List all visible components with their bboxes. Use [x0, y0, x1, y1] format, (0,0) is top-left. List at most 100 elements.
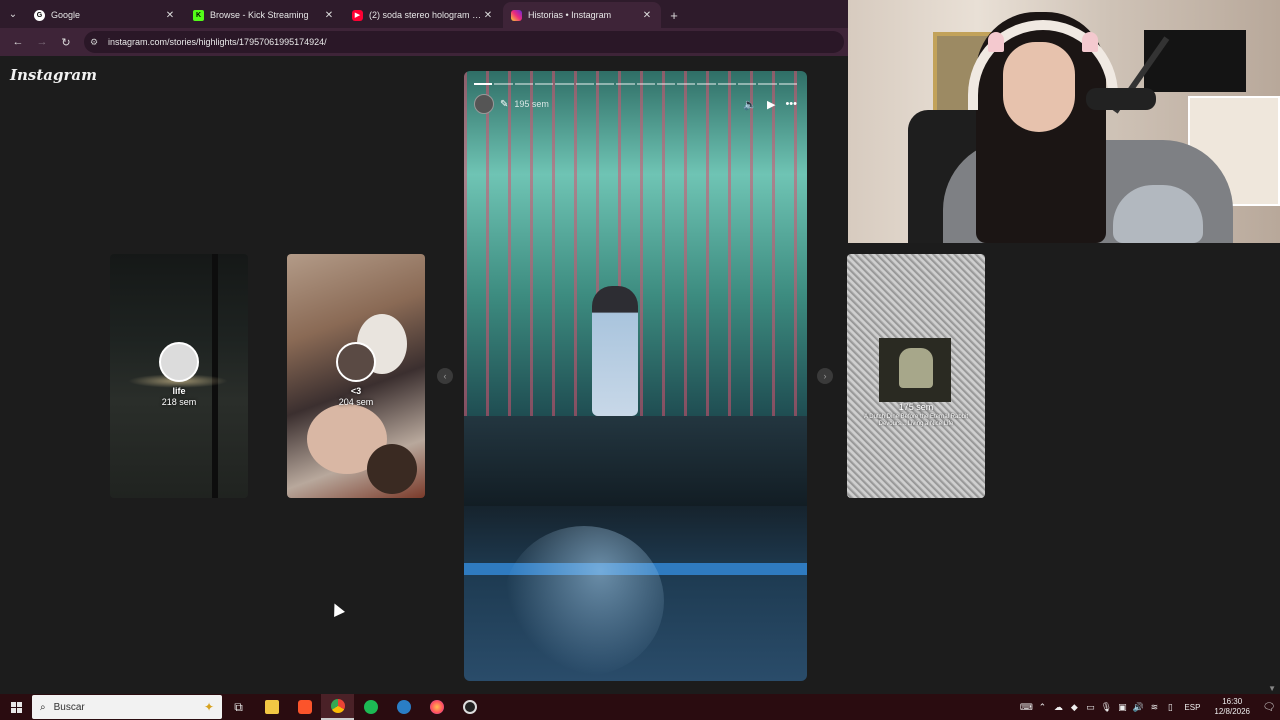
app-blue-icon[interactable] [387, 694, 420, 720]
highlight-age: 204 sem [338, 397, 374, 407]
cover-figure [899, 348, 933, 388]
cat-ear [1082, 32, 1098, 52]
highlight-card-life[interactable]: life 218 sem [110, 254, 248, 498]
obs-icon[interactable] [453, 694, 486, 720]
site-info-icon[interactable]: ⚙ [90, 37, 104, 48]
close-tab-icon[interactable]: ✕ [482, 10, 494, 21]
tab-instagram[interactable]: Historias • Instagram ✕ [503, 2, 661, 28]
system-tray: ⌨ ⌃ ☁ ◆ ▭ 🎙 ▣ 🔊 ≋ ▯ ESP 16:30 12/8/2026 … [1018, 694, 1280, 720]
browser-toolbar: ← → ↻ ⚙ instagram.com/stories/highlights… [0, 28, 848, 56]
story-media-stage [464, 416, 807, 506]
story-avatar[interactable] [474, 94, 494, 114]
tray-app-icon[interactable]: ▣ [1114, 702, 1130, 713]
volume-tray-icon[interactable]: 🔊 [1130, 702, 1146, 713]
highlight-sticker-icon: ✎ [500, 98, 509, 110]
next-story-icon[interactable]: › [817, 368, 833, 384]
close-tab-icon[interactable]: ✕ [641, 10, 653, 21]
back-icon[interactable]: ← [6, 30, 30, 54]
windows-taskbar: ⌕ Buscar ✦ ⧉ ⌨ ⌃ ☁ ◆ ▭ 🎙 ▣ 🔊 ≋ ▯ ESP 16:… [0, 694, 1280, 720]
new-tab-icon[interactable]: + [662, 2, 686, 28]
youtube-icon: ▶ [352, 9, 363, 21]
story-media-performer [592, 286, 638, 416]
previous-story-icon[interactable]: ‹ [437, 368, 453, 384]
story-progress-segment [575, 83, 594, 85]
tab-title: (2) soda stereo hologram cerati [369, 10, 482, 20]
story-progress-segment [474, 83, 493, 85]
story-progress-segment [494, 83, 513, 85]
story-progress-segment [778, 83, 797, 85]
highlight-avatar [336, 342, 376, 382]
highlight-age: 218 sem [161, 397, 197, 407]
photo-blob [367, 444, 417, 494]
notifications-icon[interactable]: 🗨 [1258, 702, 1280, 713]
highlight-label: 175 sem [847, 402, 985, 413]
chrome-icon[interactable] [321, 694, 354, 720]
close-tab-icon[interactable]: ✕ [164, 10, 176, 21]
more-options-icon[interactable]: ••• [785, 98, 797, 111]
address-bar[interactable]: ⚙ instagram.com/stories/highlights/17957… [84, 31, 844, 53]
clock-time: 16:30 [1222, 697, 1243, 706]
language-indicator[interactable]: ESP [1184, 703, 1200, 712]
clock[interactable]: 16:30 12/8/2026 [1214, 697, 1250, 717]
copilot-sparkle-icon: ✦ [203, 700, 214, 714]
webcam-overlay [848, 0, 1280, 243]
story-time: 195 sem [514, 99, 549, 109]
story-controls: 🔈 ▶ ••• [743, 98, 797, 111]
instagram-icon [511, 9, 522, 21]
instagram-logo[interactable]: Instagram [10, 66, 97, 84]
battery-icon[interactable]: ▯ [1162, 702, 1178, 713]
keyboard-icon[interactable]: ⌨ [1018, 702, 1034, 713]
highlight-card-heart[interactable]: <3 204 sem [287, 254, 425, 498]
main-story-viewer[interactable]: ✎ 195 sem 🔈 ▶ ••• [464, 71, 807, 681]
highlight-age: 175 sem [898, 402, 934, 412]
story-progress-segment [656, 83, 676, 85]
story-progress-segment [514, 83, 533, 85]
highlight-caption: A Dutch Dine Before the Eternal Rabbit D… [863, 414, 969, 427]
spotify-icon[interactable] [354, 694, 387, 720]
background-monitor [1144, 30, 1246, 92]
close-tab-icon[interactable]: ✕ [323, 10, 335, 21]
tab-title: Google [51, 10, 81, 20]
play-icon[interactable]: ▶ [767, 98, 775, 111]
story-progress-segment [677, 83, 696, 85]
tab-kick[interactable]: K Browse - Kick Streaming ✕ [185, 2, 343, 28]
start-button[interactable] [0, 694, 32, 720]
file-explorer-icon[interactable] [255, 694, 288, 720]
story-progress-segment [555, 83, 574, 85]
tab-search-dropdown-icon[interactable]: ⌄ [0, 0, 26, 28]
microphone-icon[interactable]: 🎙 [1098, 702, 1114, 713]
story-progress-bar [474, 83, 797, 85]
tab-youtube[interactable]: ▶ (2) soda stereo hologram cerati ✕ [344, 2, 502, 28]
mute-icon[interactable]: 🔈 [743, 98, 757, 111]
story-progress-segment [738, 83, 757, 85]
chevron-up-icon[interactable]: ⌃ [1034, 702, 1050, 713]
url-text: instagram.com/stories/highlights/1795706… [108, 37, 327, 47]
app-tray-icon[interactable]: ◆ [1066, 702, 1082, 713]
scroll-down-icon[interactable]: ▼ [1268, 684, 1276, 693]
tab-title: Browse - Kick Streaming [210, 10, 309, 20]
story-progress-segment [595, 83, 615, 85]
highlight-avatar [159, 342, 199, 382]
wifi-icon[interactable]: ≋ [1146, 702, 1162, 713]
firefox-icon[interactable] [420, 694, 453, 720]
search-placeholder: Buscar [53, 701, 85, 713]
reload-icon[interactable]: ↻ [54, 30, 78, 54]
brave-browser-icon[interactable] [288, 694, 321, 720]
display-icon[interactable]: ▭ [1082, 702, 1098, 713]
story-progress-segment [616, 83, 635, 85]
onedrive-icon[interactable]: ☁ [1050, 702, 1066, 713]
story-progress-segment [534, 83, 554, 85]
browser-tabbar: ⌄ G Google ✕ K Browse - Kick Streaming ✕… [0, 0, 848, 28]
highlight-label: <3 204 sem [287, 386, 425, 408]
taskbar-search-input[interactable]: ⌕ Buscar ✦ [32, 695, 222, 719]
task-view-icon[interactable]: ⧉ [222, 694, 255, 720]
highlight-card-right[interactable]: 175 sem A Dutch Dine Before the Eternal … [847, 254, 985, 498]
story-media-heads [504, 526, 664, 676]
story-progress-segment [717, 83, 737, 85]
cat-ear [988, 32, 1004, 52]
forward-icon[interactable]: → [30, 30, 54, 54]
tab-google[interactable]: G Google ✕ [26, 2, 184, 28]
kick-icon: K [193, 9, 204, 21]
story-progress-segment [636, 83, 655, 85]
story-progress-segment [697, 83, 716, 85]
